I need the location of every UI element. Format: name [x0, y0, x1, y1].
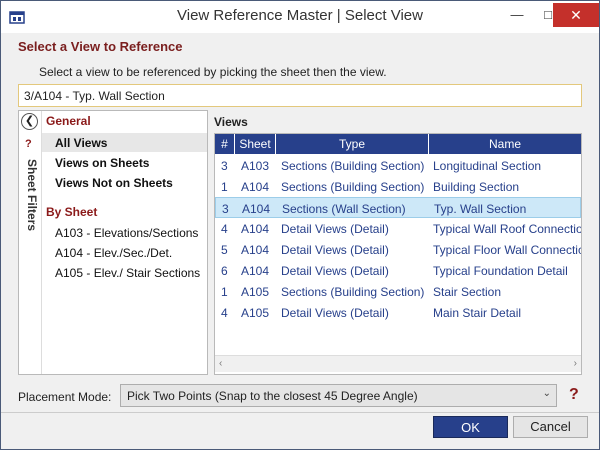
dialog-footer	[1, 412, 599, 449]
cell-sheet: A104	[241, 243, 270, 257]
column-header-number[interactable]: #	[215, 134, 235, 154]
table-row[interactable]: 1 A104 Sections (Building Section) Building…	[215, 176, 581, 197]
filter-group-general: General	[46, 114, 91, 128]
cell-type: Sections (Building Section)	[281, 159, 425, 173]
cell-num: 3	[221, 159, 228, 173]
sheet-filters-tab[interactable]: Sheet Filters	[21, 159, 39, 249]
placement-mode-select[interactable]: Pick Two Points (Snap to the closest 45 …	[120, 384, 557, 407]
sheet-filters-panel: ❮ ? Sheet Filters General All Views View…	[18, 110, 208, 375]
filters-help-icon[interactable]: ?	[25, 138, 32, 150]
table-row[interactable]: 4 A105 Detail Views (Detail) Main Stair Det…	[215, 302, 581, 323]
ok-button[interactable]: OK	[433, 416, 508, 438]
cell-type: Detail Views (Detail)	[281, 222, 389, 236]
horizontal-scrollbar[interactable]: ‹ ›	[215, 355, 581, 372]
cell-name: Typical Foundation Detail	[433, 264, 568, 278]
selected-view-field[interactable]: 3/A104 - Typ. Wall Section	[18, 84, 582, 107]
cell-num: 4	[221, 222, 228, 236]
cell-sheet: A104	[241, 222, 270, 236]
dialog-window: View Reference Master | Select View — □ …	[0, 0, 600, 450]
filter-sheet-a104[interactable]: A104 - Elev./Sec./Det.	[42, 243, 207, 262]
table-row[interactable]: 3 A104 Sections (Wall Section) Typ. Wall Se…	[215, 197, 581, 218]
filter-sheet-a105[interactable]: A105 - Elev./ Stair Sections	[42, 263, 207, 282]
cell-name: Longitudinal Section	[433, 159, 542, 173]
views-table: # Sheet Type Name 3 A103 Sections (Buildin…	[214, 133, 582, 375]
cell-sheet: A104	[241, 180, 270, 194]
table-header: # Sheet Type Name	[215, 134, 581, 154]
cell-sheet: A105	[241, 306, 270, 320]
table-row[interactable]: 1 A105 Sections (Building Section) Stair Se…	[215, 281, 581, 302]
column-header-name[interactable]: Name	[429, 134, 581, 154]
minimize-button[interactable]: —	[502, 3, 532, 27]
cell-name: Stair Section	[433, 285, 502, 299]
cell-name: Typical Wall Roof Connectio	[433, 222, 582, 236]
table-row[interactable]: 3 A103 Sections (Building Section) Longitud…	[215, 155, 581, 176]
cell-name: Typ. Wall Section	[434, 202, 527, 216]
filter-all-views[interactable]: All Views	[42, 133, 207, 152]
table-row[interactable]: 6 A104 Detail Views (Detail) Typical Founda…	[215, 260, 581, 281]
collapse-filters-icon[interactable]: ❮	[21, 113, 38, 130]
cancel-button[interactable]: Cancel	[513, 416, 588, 438]
column-header-sheet[interactable]: Sheet	[235, 134, 276, 154]
cell-type: Detail Views (Detail)	[281, 306, 389, 320]
filter-list: General All Views Views on Sheets Views …	[41, 111, 207, 374]
cell-name: Main Stair Detail	[433, 306, 522, 320]
cell-num: 3	[222, 202, 229, 216]
cell-sheet: A105	[241, 285, 270, 299]
placement-mode-value: Pick Two Points (Snap to the closest 45 …	[127, 389, 418, 403]
cell-num: 6	[221, 264, 228, 278]
cell-type: Sections (Wall Section)	[282, 202, 406, 216]
instructions-text: Select a view to be referenced by pickin…	[39, 65, 387, 79]
cell-num: 1	[221, 180, 228, 194]
cell-num: 1	[221, 285, 228, 299]
chevron-down-icon: ⌄	[542, 388, 551, 399]
cell-sheet: A104	[241, 264, 270, 278]
cell-type: Sections (Building Section)	[281, 180, 425, 194]
filter-group-by-sheet: By Sheet	[46, 205, 98, 219]
cell-num: 4	[221, 306, 228, 320]
scroll-right-icon[interactable]: ›	[574, 358, 577, 369]
placement-mode-label: Placement Mode:	[18, 390, 112, 404]
help-icon[interactable]: ?	[569, 386, 579, 404]
views-label: Views	[214, 115, 248, 129]
cell-type: Detail Views (Detail)	[281, 243, 389, 257]
cell-type: Detail Views (Detail)	[281, 264, 389, 278]
cell-name: Building Section	[433, 180, 520, 194]
scroll-left-icon[interactable]: ‹	[219, 358, 222, 369]
table-row[interactable]: 5 A104 Detail Views (Detail) Typical Floor …	[215, 239, 581, 260]
table-row[interactable]: 4 A104 Detail Views (Detail) Typical Wall R…	[215, 218, 581, 239]
cell-num: 5	[221, 243, 228, 257]
cell-sheet: A104	[242, 202, 271, 216]
filter-views-on-sheets[interactable]: Views on Sheets	[42, 153, 207, 172]
filter-sheet-a103[interactable]: A103 - Elevations/Sections	[42, 223, 207, 242]
filter-views-not-on-sheets[interactable]: Views Not on Sheets	[42, 173, 207, 192]
column-header-type[interactable]: Type	[276, 134, 429, 154]
title-bar: View Reference Master | Select View — □ …	[1, 1, 599, 33]
cell-name: Typical Floor Wall Connectic	[433, 243, 582, 257]
cell-type: Sections (Building Section)	[281, 285, 425, 299]
close-button[interactable]: ✕	[553, 3, 599, 27]
section-title: Select a View to Reference	[18, 39, 183, 54]
cell-sheet: A103	[241, 159, 270, 173]
